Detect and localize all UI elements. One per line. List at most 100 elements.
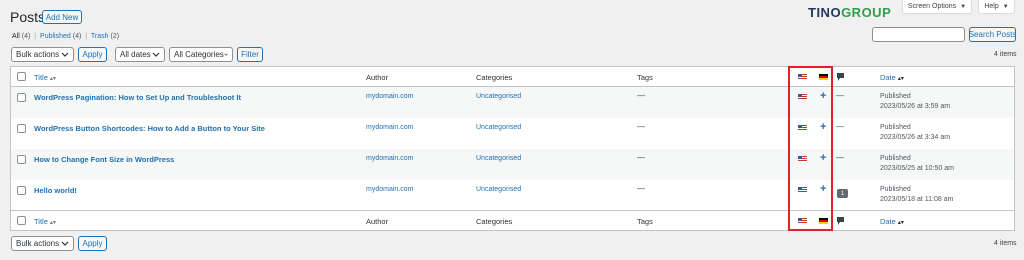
view-trash-count: (2) (110, 33, 120, 40)
post-status: Published (880, 186, 911, 193)
dates-filter-select[interactable]: All dates (115, 47, 165, 62)
post-author-link[interactable]: mydomain.com (366, 155, 413, 162)
table-row: Hello world! mydomain.com Uncategorised … (11, 180, 1014, 210)
select-all-checkbox[interactable] (17, 216, 26, 225)
posts-table: Title ▴▾ Author Categories Tags Date ▴▾ Wo… (10, 66, 1015, 231)
post-date-cell: Published 2023/05/26 at 3:34 am (880, 123, 950, 143)
apply-button[interactable]: Apply (78, 47, 107, 62)
search-posts-button[interactable]: Search Posts (969, 27, 1016, 42)
caret-down-icon: ▼ (960, 3, 967, 10)
post-comments: — (836, 153, 844, 162)
post-date-cell: Published 2023/05/18 at 11:08 am (880, 185, 953, 205)
logo-text-tino: TINO (808, 5, 842, 20)
post-tags: — (637, 91, 645, 100)
tino-group-logo: TINOGROUP (808, 5, 891, 20)
view-separator: | (85, 33, 88, 40)
column-title-label: Title (34, 217, 48, 226)
items-count-bottom: 4 items (994, 240, 1017, 247)
sort-arrows-icon: ▴▾ (897, 220, 904, 226)
column-title-label: Title (34, 73, 48, 82)
post-author-link[interactable]: mydomain.com (366, 186, 413, 193)
post-comments: — (836, 122, 844, 131)
sort-arrows-icon: ▴▾ (897, 76, 904, 82)
filter-button[interactable]: Filter (237, 47, 263, 62)
post-date-cell: Published 2023/05/25 at 10:50 am (880, 154, 954, 174)
view-published[interactable]: Published (40, 33, 71, 40)
post-status: Published (880, 155, 911, 162)
comment-count-badge[interactable]: 1 (837, 189, 848, 198)
sort-arrows-icon: ▴▾ (49, 220, 56, 226)
bulk-actions-select[interactable]: Bulk actions (11, 47, 74, 62)
column-author-footer: Author (366, 217, 389, 226)
view-all[interactable]: All (12, 33, 20, 40)
post-date: 2023/05/26 at 3:34 am (880, 134, 951, 141)
table-footer-row: Title ▴▾ Author Categories Tags Date ▴▾ (11, 210, 1014, 230)
bulk-actions-value: Bulk actions (16, 239, 60, 248)
table-row: WordPress Pagination: How to Set Up and … (11, 87, 1014, 118)
post-date: 2023/05/25 at 10:50 am (880, 165, 954, 172)
table-row: How to Change Font Size in WordPress myd… (11, 149, 1014, 180)
chevron-down-icon (61, 52, 69, 57)
column-title-header[interactable]: Title ▴▾ (34, 73, 56, 82)
post-tags: — (637, 184, 645, 193)
sort-arrows-icon: ▴▾ (49, 76, 56, 82)
view-trash[interactable]: Trash (91, 33, 109, 40)
post-category-link[interactable]: Uncategorised (476, 186, 521, 193)
bulk-actions-select-bottom[interactable]: Bulk actions (11, 236, 74, 251)
column-categories-header: Categories (476, 73, 513, 82)
post-category-link[interactable]: Uncategorised (476, 93, 521, 100)
chevron-down-icon (61, 241, 69, 246)
table-header-row: Title ▴▾ Author Categories Tags Date ▴▾ (11, 67, 1014, 87)
post-tags: — (637, 153, 645, 162)
search-posts-input[interactable] (872, 27, 965, 42)
page-title: Posts (10, 9, 46, 25)
row-checkbox[interactable] (17, 186, 26, 195)
column-date-header[interactable]: Date ▴▾ (880, 73, 904, 82)
categories-filter-select[interactable]: All Categories (169, 47, 233, 62)
column-author-header: Author (366, 73, 389, 82)
add-new-button[interactable]: Add New (42, 10, 82, 24)
post-author-link[interactable]: mydomain.com (366, 93, 413, 100)
post-date: 2023/05/18 at 11:08 am (880, 196, 954, 203)
post-status: Published (880, 93, 911, 100)
column-date-footer[interactable]: Date ▴▾ (880, 217, 904, 226)
post-title-link[interactable]: WordPress Pagination: How to Set Up and … (34, 93, 241, 102)
post-tags: — (637, 122, 645, 131)
column-date-label: Date (880, 217, 896, 226)
post-date: 2023/05/26 at 3:59 am (880, 103, 951, 110)
dates-filter-value: All dates (120, 50, 151, 59)
view-all-count: (4) (21, 33, 31, 40)
select-all-checkbox[interactable] (17, 72, 26, 81)
post-date-cell: Published 2023/05/26 at 3:59 am (880, 92, 950, 112)
post-author-link[interactable]: mydomain.com (366, 124, 413, 131)
column-tags-footer: Tags (637, 217, 653, 226)
row-checkbox[interactable] (17, 155, 26, 164)
post-category-link[interactable]: Uncategorised (476, 124, 521, 131)
apply-button-bottom[interactable]: Apply (78, 236, 107, 251)
comment-bubble-icon[interactable] (836, 216, 845, 226)
screen-options-button[interactable]: Screen Options ▼ (902, 0, 972, 14)
post-title-link[interactable]: How to Change Font Size in WordPress (34, 155, 174, 164)
post-status: Published (880, 124, 911, 131)
caret-down-icon: ▼ (1002, 3, 1009, 10)
post-status-views: All (4) | Published (4) | Trash (2) (12, 33, 119, 40)
row-checkbox[interactable] (17, 124, 26, 133)
row-checkbox[interactable] (17, 93, 26, 102)
column-categories-footer: Categories (476, 217, 513, 226)
screen-options-label: Screen Options (907, 3, 957, 10)
table-row: WordPress Button Shortcodes: How to Add … (11, 118, 1014, 149)
post-title-link[interactable]: Hello world! (34, 186, 77, 195)
column-date-label: Date (880, 73, 896, 82)
bulk-actions-value: Bulk actions (16, 50, 60, 59)
chevron-down-icon (152, 52, 160, 57)
post-category-link[interactable]: Uncategorised (476, 155, 521, 162)
items-count-top: 4 items (994, 51, 1017, 58)
comment-bubble-icon[interactable] (836, 72, 845, 82)
column-tags-header: Tags (637, 73, 653, 82)
categories-filter-value: All Categories (174, 50, 224, 59)
column-title-footer[interactable]: Title ▴▾ (34, 217, 56, 226)
help-button[interactable]: Help ▼ (978, 0, 1015, 14)
chevron-down-icon (224, 53, 228, 56)
language-columns-highlight (788, 66, 833, 231)
post-title-link[interactable]: WordPress Button Shortcodes: How to Add … (34, 124, 265, 133)
